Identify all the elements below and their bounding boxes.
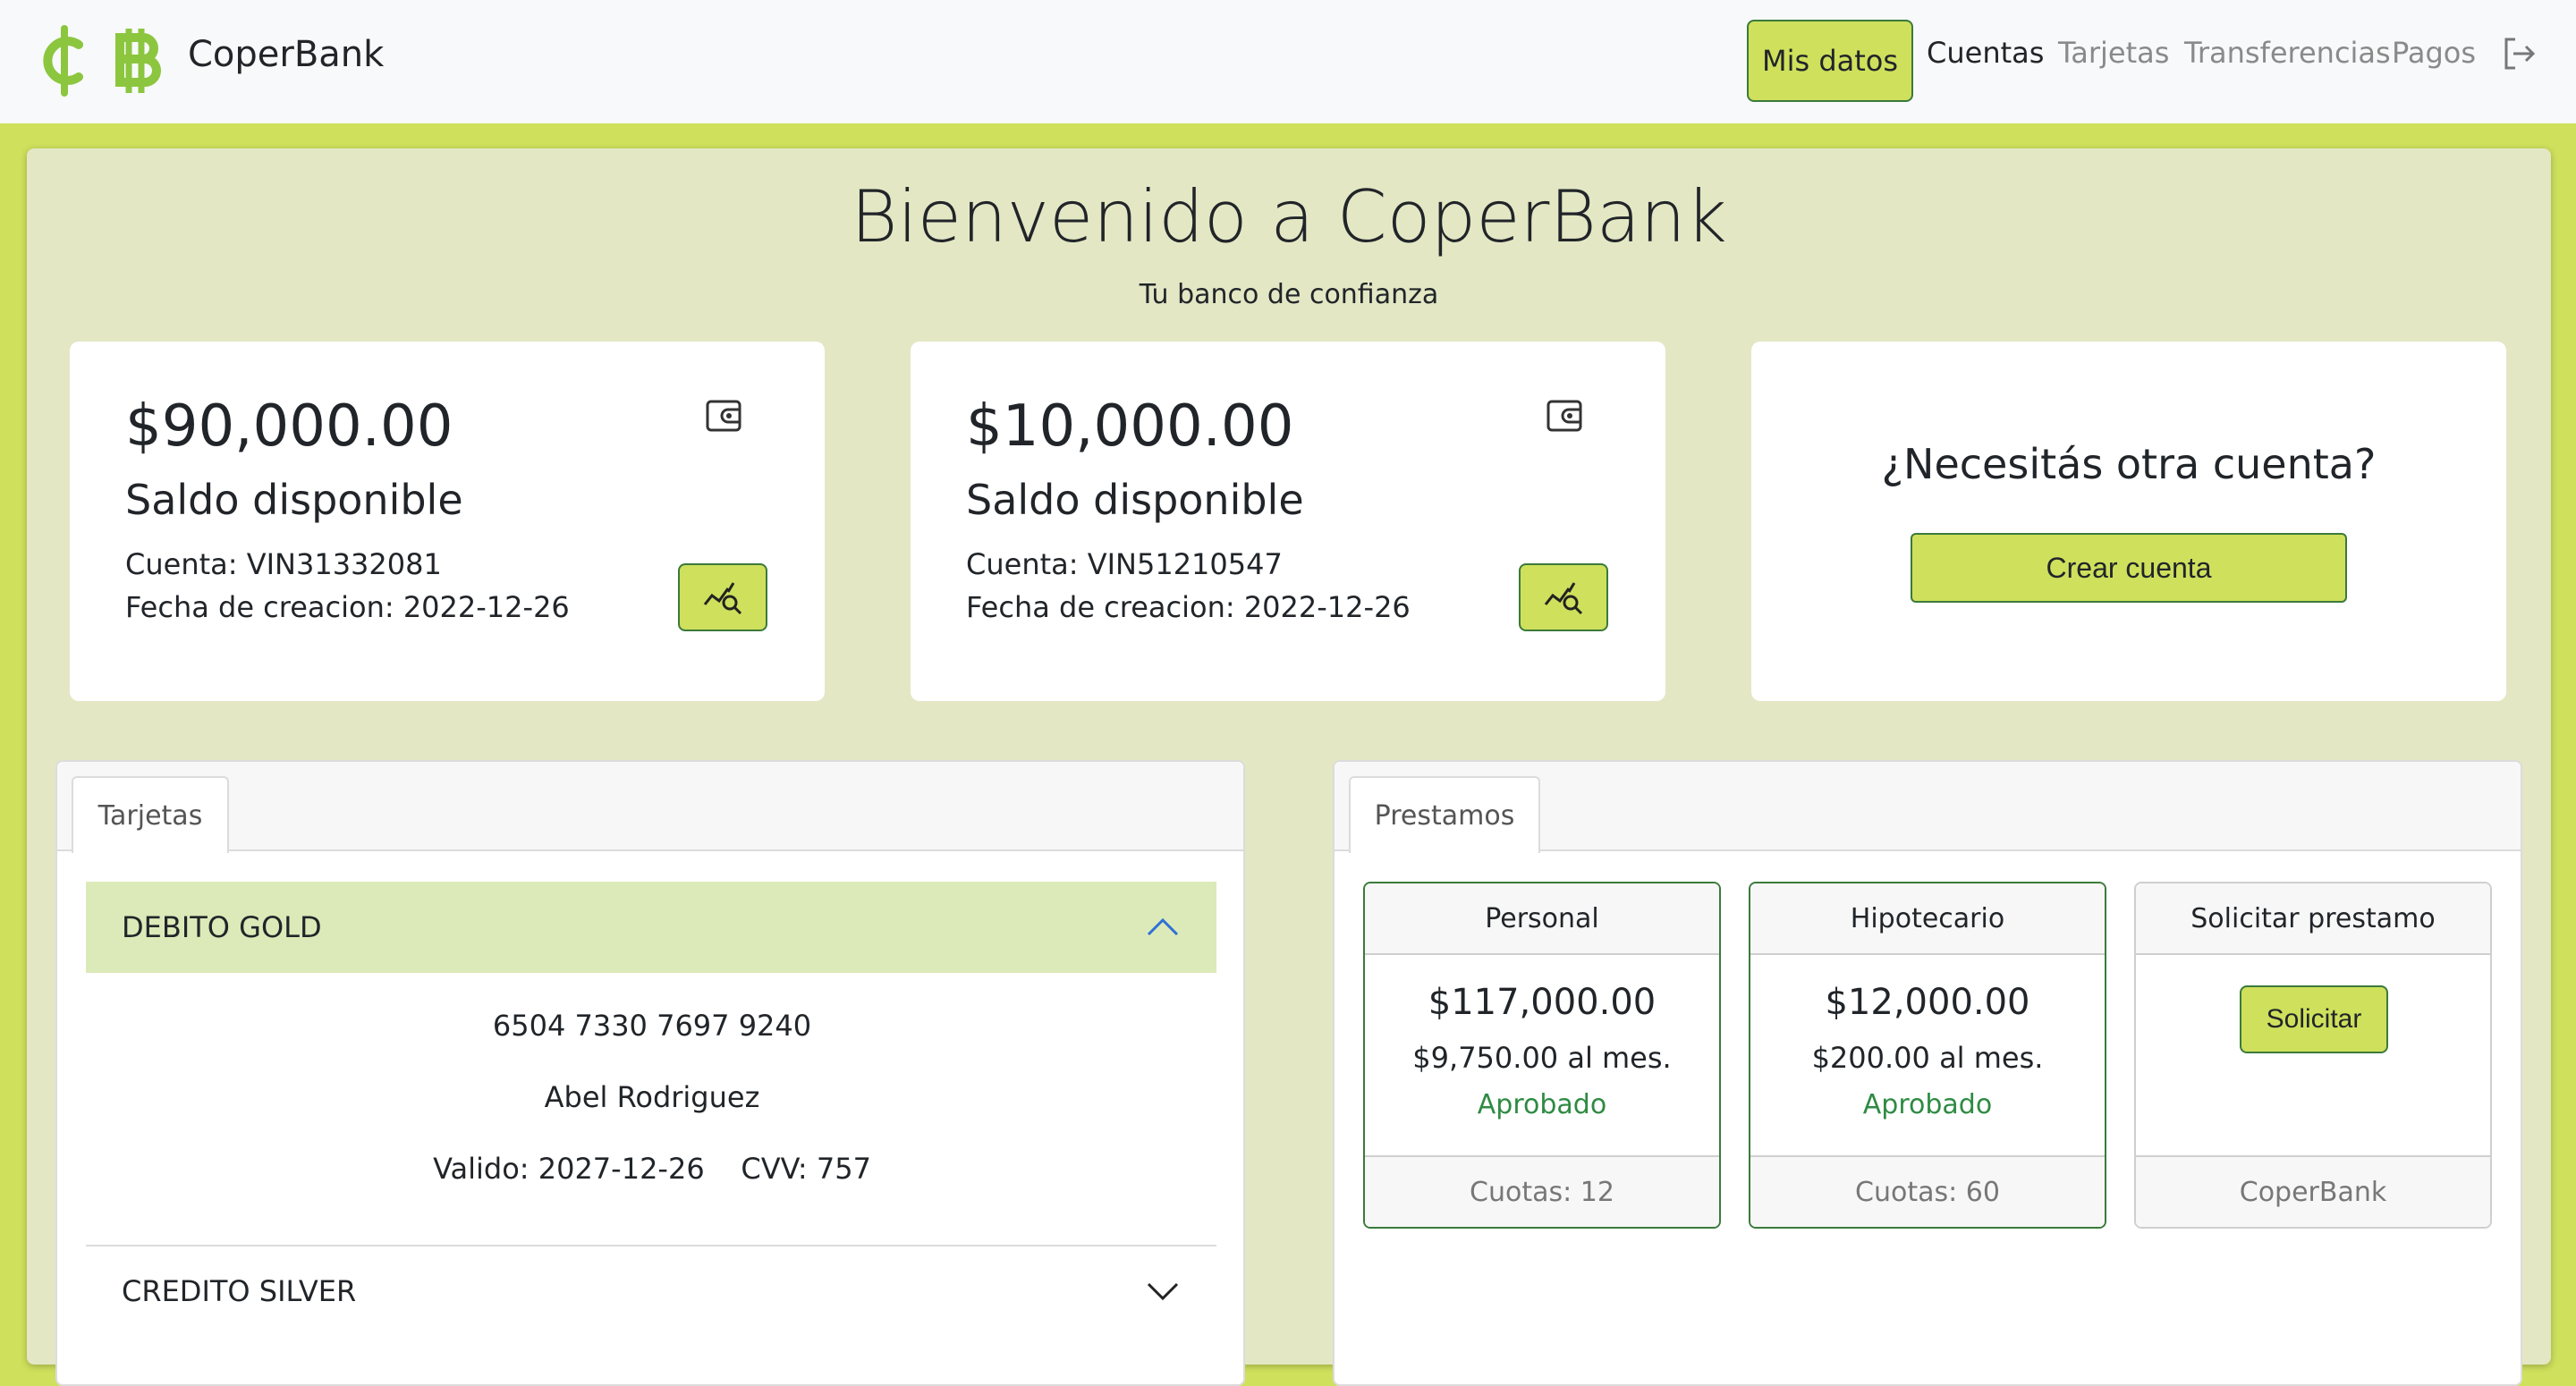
card-accordion-header-debito-gold[interactable]: DEBITO GOLD (86, 882, 1216, 973)
main-panel: Bienvenido a CoperBank Tu banco de confi… (27, 148, 2551, 1386)
tab-tarjetas[interactable]: Tarjetas (72, 776, 229, 853)
account-balance: $90,000.00 (125, 393, 453, 460)
loan-request-footer: CoperBank (2136, 1155, 2490, 1227)
new-account-title: ¿Necesitás otra cuenta? (1881, 440, 2377, 488)
account-details-button[interactable] (1519, 563, 1608, 631)
account-details-button[interactable] (678, 563, 767, 631)
loan-monthly: $9,750.00 al mes. (1412, 1041, 1672, 1075)
nav-link-cuentas[interactable]: Cuentas (1927, 36, 2044, 70)
tab-prestamos[interactable]: Prestamos (1349, 776, 1540, 853)
loan-type: Personal (1365, 883, 1719, 955)
new-account-card: ¿Necesitás otra cuenta? Crear cuenta (1751, 342, 2506, 701)
page-title: Bienvenido a CoperBank (851, 175, 1727, 258)
logout-icon[interactable] (2501, 36, 2537, 72)
chevron-down-icon (1147, 1282, 1179, 1301)
card-holder: Abel Rodriguez (544, 1080, 760, 1114)
chart-search-icon (1544, 582, 1583, 615)
loan-request-title: Solicitar prestamo (2136, 883, 2490, 955)
card-number: 6504 7330 7697 9240 (492, 1009, 812, 1043)
loan-monthly: $200.00 al mes. (1811, 1041, 2044, 1075)
chevron-up-icon (1147, 917, 1179, 936)
loan-amount: $117,000.00 (1428, 982, 1657, 1023)
nav-link-pagos[interactable]: Pagos (2392, 36, 2476, 70)
nav-link-tarjetas[interactable]: Tarjetas (2058, 36, 2169, 70)
cent-icon (43, 25, 83, 97)
navbar: CoperBank Mis datos Cuentas Tarjetas Tra… (0, 0, 2576, 123)
account-balance: $10,000.00 (966, 393, 1294, 460)
loan-installments: Cuotas: 12 (1365, 1155, 1719, 1227)
page-subtitle: Tu banco de confianza (1139, 279, 1439, 310)
account-number: Cuenta: VIN31332081 (125, 547, 442, 581)
loan-status: Aprobado (1477, 1089, 1607, 1120)
card-title: DEBITO GOLD (122, 910, 322, 944)
balance-label: Saldo disponible (125, 476, 463, 524)
account-card: $10,000.00 Saldo disponible Cuenta: VIN5… (911, 342, 1665, 701)
cards-panel-header (57, 762, 1243, 851)
loan-request-card: Solicitar prestamo Solicitar CoperBank (2134, 882, 2492, 1229)
card-title: CREDITO SILVER (122, 1274, 357, 1308)
brand-name[interactable]: CoperBank (188, 34, 384, 75)
request-loan-button[interactable]: Solicitar (2240, 985, 2388, 1053)
wallet-icon (1546, 400, 1582, 432)
create-account-button[interactable]: Crear cuenta (1911, 533, 2347, 603)
nav-link-transferencias[interactable]: Transferencias (2184, 36, 2391, 70)
loans-panel: Prestamos Personal $117,000.00 $9,750.00… (1333, 760, 2522, 1386)
account-date: Fecha de creacion: 2022-12-26 (125, 590, 570, 624)
chart-search-icon (703, 582, 742, 615)
cards-panel: Tarjetas DEBITO GOLD 6504 7330 7697 9240… (55, 760, 1245, 1386)
account-card: $90,000.00 Saldo disponible Cuenta: VIN3… (70, 342, 825, 701)
loan-amount: $12,000.00 (1825, 982, 2030, 1023)
loan-card-personal: Personal $117,000.00 $9,750.00 al mes. A… (1363, 882, 1721, 1229)
card-validity: Valido: 2027-12-26 CVV: 757 (433, 1152, 871, 1186)
loan-status: Aprobado (1862, 1089, 1993, 1120)
loan-installments: Cuotas: 60 (1750, 1155, 2105, 1227)
loan-card-hipotecario: Hipotecario $12,000.00 $200.00 al mes. A… (1749, 882, 2106, 1229)
account-number: Cuenta: VIN51210547 (966, 547, 1283, 581)
balance-label: Saldo disponible (966, 476, 1304, 524)
mis-datos-button[interactable]: Mis datos (1747, 20, 1913, 102)
account-date: Fecha de creacion: 2022-12-26 (966, 590, 1411, 624)
bitcoin-icon (115, 29, 161, 93)
card-accordion-header-credito-silver[interactable]: CREDITO SILVER (86, 1247, 1216, 1336)
wallet-icon (706, 400, 741, 432)
loan-type: Hipotecario (1750, 883, 2105, 955)
